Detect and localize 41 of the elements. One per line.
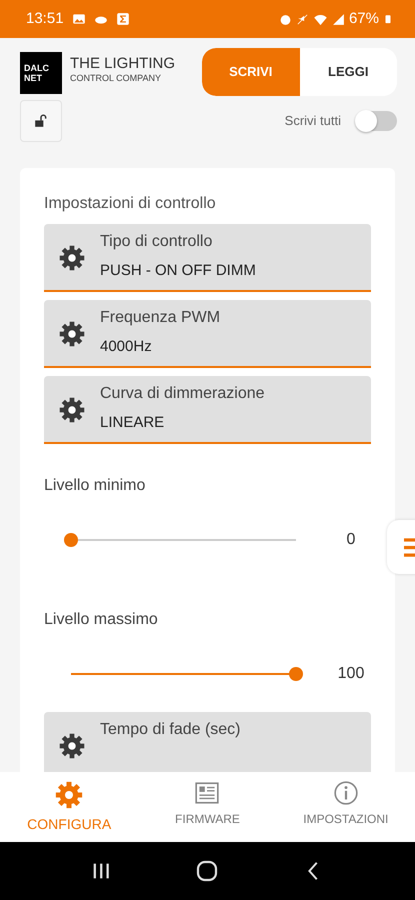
unlocked-padlock-icon [34,114,48,128]
sigma-icon [116,12,130,26]
setting-item[interactable]: Tipo di controllo PUSH - ON OFF DIMM [44,224,371,292]
setting-label: Frequenza PWM [100,308,220,328]
gear-icon [58,732,86,760]
mute-icon [296,12,309,26]
setting-value: 4000Hz [100,337,153,357]
setting-item[interactable]: Tempo di fade (sec) [44,712,371,772]
gear-icon [54,780,84,810]
gear-icon [58,244,86,272]
lock-button[interactable] [20,100,62,142]
setting-label: Curva di dimmerazione [100,384,265,404]
setting-item[interactable]: Curva di dimmerazione LINEARE [44,376,371,444]
info-icon [332,780,359,806]
slider-label: Livello minimo [44,476,146,496]
slider-label: Livello massimo [44,610,159,630]
status-time: 13:51 [26,8,64,29]
slider-value: 100 [336,664,366,684]
nav-tab[interactable]: FIRMWARE [138,772,277,842]
battery-level: 67% [348,8,379,29]
slider-value: 0 [346,530,356,550]
section-title: Impostazioni di controllo [44,194,217,214]
gear-icon [58,396,86,424]
gear-icon [58,320,86,348]
setting-label: Tempo di fade (sec) [100,720,241,740]
signal-icon [332,12,345,26]
home-icon[interactable] [195,859,220,883]
slider-thumb[interactable] [64,533,78,547]
setting-value: PUSH - ON OFF DIMM [100,261,256,281]
brand-title: THE LIGHTING [70,56,176,72]
setting-label: Tipo di controllo [100,232,214,252]
setting-item[interactable]: Frequenza PWM 4000Hz [44,300,371,368]
slider-thumb[interactable] [289,667,303,681]
image-icon [72,12,86,26]
logo: DALC NET [20,52,62,94]
document-icon [194,780,220,806]
toggle-switch[interactable] [357,111,397,131]
nav-tab[interactable]: IMPOSTAZIONI [276,772,415,842]
write-all-label: Scrivi tutti [284,112,341,130]
brand-subtitle: CONTROL COMPANY [70,72,162,85]
setting-value: LINEARE [100,413,166,433]
